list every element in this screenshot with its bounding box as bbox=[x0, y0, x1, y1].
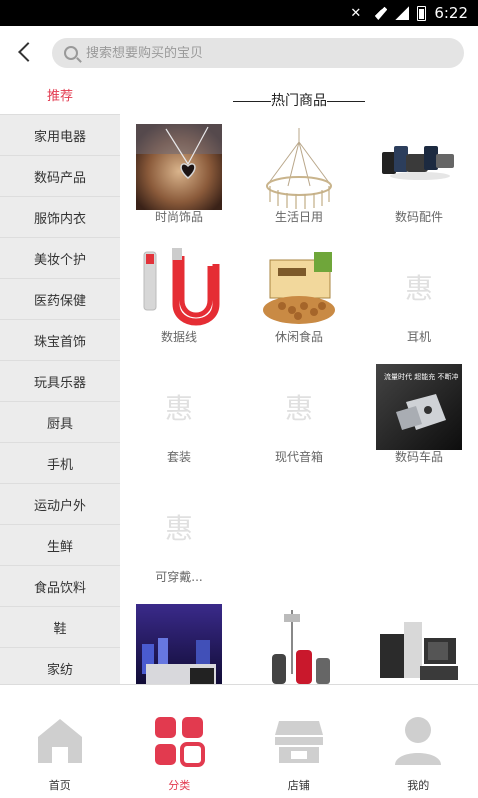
sidebar-item-digital[interactable]: 数码产品 bbox=[0, 156, 120, 197]
product-item[interactable]: 惠 耳机 bbox=[376, 244, 462, 354]
tab-profile[interactable]: 我的 bbox=[359, 685, 478, 798]
product-label: 数码车品 bbox=[394, 450, 443, 464]
category-grid-icon bbox=[153, 715, 206, 767]
tab-label: 我的 bbox=[407, 779, 430, 792]
product-item[interactable]: 时尚饰品 bbox=[136, 124, 222, 234]
wifi-icon bbox=[369, 6, 388, 20]
garment-steamer-image bbox=[256, 604, 342, 684]
sidebar-item-recommend[interactable]: 推荐 bbox=[0, 74, 120, 115]
product-item[interactable]: 数码配件 bbox=[376, 124, 462, 234]
section-title-text: 热门商品 bbox=[271, 93, 327, 109]
product-panel: 热门商品 时尚饰品 生活日用 数码配件 数据线 休闲食品 惠 耳机 惠 套装 惠… bbox=[120, 74, 478, 684]
sidebar-item-kitchen[interactable]: 厨具 bbox=[0, 402, 120, 443]
tab-label: 首页 bbox=[48, 779, 71, 792]
signal-icon bbox=[395, 6, 410, 20]
mute-icon: ✕ bbox=[350, 5, 362, 21]
necklace-image bbox=[136, 124, 222, 210]
header bbox=[0, 26, 478, 78]
drying-rack-image bbox=[256, 124, 342, 210]
kitchen-appliance-image bbox=[136, 604, 222, 684]
sidebar-item-shoes[interactable]: 鞋 bbox=[0, 607, 120, 648]
product-label: 可穿戴... bbox=[155, 570, 203, 584]
category-sidebar: 推荐 家用电器 数码产品 服饰内衣 美妆个护 医药保健 珠宝首饰 玩具乐器 厨具… bbox=[0, 74, 120, 684]
product-item[interactable]: 休闲食品 bbox=[256, 244, 342, 354]
placeholder-image: 惠 bbox=[164, 512, 193, 545]
sidebar-item-textiles[interactable]: 家纺 bbox=[0, 648, 120, 684]
product-label: 耳机 bbox=[406, 330, 431, 344]
product-item[interactable]: 流量时代 超能充 不断冲 数码车品 bbox=[376, 364, 462, 474]
sidebar-item-health[interactable]: 医药保健 bbox=[0, 279, 120, 320]
sidebar-item-apparel[interactable]: 服饰内衣 bbox=[0, 197, 120, 238]
product-item[interactable]: 生活日用 bbox=[256, 124, 342, 234]
shop-icon bbox=[273, 715, 325, 767]
sidebar-item-toys[interactable]: 玩具乐器 bbox=[0, 361, 120, 402]
user-icon bbox=[392, 715, 444, 767]
product-item[interactable] bbox=[376, 604, 462, 684]
cable-image bbox=[136, 244, 222, 330]
home-appliances-image bbox=[376, 604, 462, 684]
product-item[interactable]: 惠 可穿戴... bbox=[136, 484, 222, 594]
sidebar-item-fresh[interactable]: 生鲜 bbox=[0, 525, 120, 566]
tab-label: 分类 bbox=[168, 779, 191, 792]
product-item[interactable] bbox=[136, 604, 222, 684]
battery-icon bbox=[417, 5, 427, 21]
back-chevron-icon[interactable] bbox=[14, 40, 36, 64]
product-label: 生活日用 bbox=[274, 210, 323, 224]
product-label: 时尚饰品 bbox=[154, 210, 203, 224]
status-time: 6:22 bbox=[434, 4, 468, 22]
section-title: 热门商品 bbox=[120, 90, 478, 110]
phone-accessories-image bbox=[376, 124, 462, 210]
product-label: 数码配件 bbox=[394, 210, 443, 224]
search-icon bbox=[64, 46, 78, 60]
sidebar-item-phones[interactable]: 手机 bbox=[0, 443, 120, 484]
tab-category[interactable]: 分类 bbox=[120, 685, 240, 798]
status-bar: ✕ 6:22 bbox=[0, 0, 478, 26]
placeholder-image: 惠 bbox=[164, 392, 193, 425]
product-label: 休闲食品 bbox=[274, 330, 323, 344]
home-icon bbox=[34, 715, 86, 767]
tab-label: 店铺 bbox=[287, 779, 310, 792]
product-item[interactable]: 惠 现代音箱 bbox=[256, 364, 342, 474]
placeholder-image: 惠 bbox=[284, 392, 313, 425]
sidebar-item-jewelry[interactable]: 珠宝首饰 bbox=[0, 320, 120, 361]
search-input[interactable] bbox=[86, 45, 426, 61]
product-label: 套装 bbox=[166, 450, 191, 464]
product-label: 数据线 bbox=[160, 330, 197, 344]
product-label: 现代音箱 bbox=[274, 450, 323, 464]
sidebar-item-beauty[interactable]: 美妆个护 bbox=[0, 238, 120, 279]
product-item[interactable] bbox=[256, 604, 342, 684]
car-charger-ad-text: 流量时代 超能充 不断冲 bbox=[384, 372, 458, 381]
sidebar-item-home-appliances[interactable]: 家用电器 bbox=[0, 115, 120, 156]
snack-box-image bbox=[256, 244, 342, 330]
placeholder-image: 惠 bbox=[404, 272, 433, 305]
tab-shop[interactable]: 店铺 bbox=[239, 685, 359, 798]
product-item[interactable]: 惠 套装 bbox=[136, 364, 222, 474]
tab-home[interactable]: 首页 bbox=[0, 685, 120, 798]
product-item[interactable]: 数据线 bbox=[136, 244, 222, 354]
search-bar[interactable] bbox=[52, 38, 464, 68]
sidebar-item-outdoor[interactable]: 运动户外 bbox=[0, 484, 120, 525]
bottom-tab-bar: 首页 分类 店铺 我的 bbox=[0, 684, 478, 798]
sidebar-item-food[interactable]: 食品饮料 bbox=[0, 566, 120, 607]
car-charger-image: 流量时代 超能充 不断冲 bbox=[376, 364, 462, 450]
